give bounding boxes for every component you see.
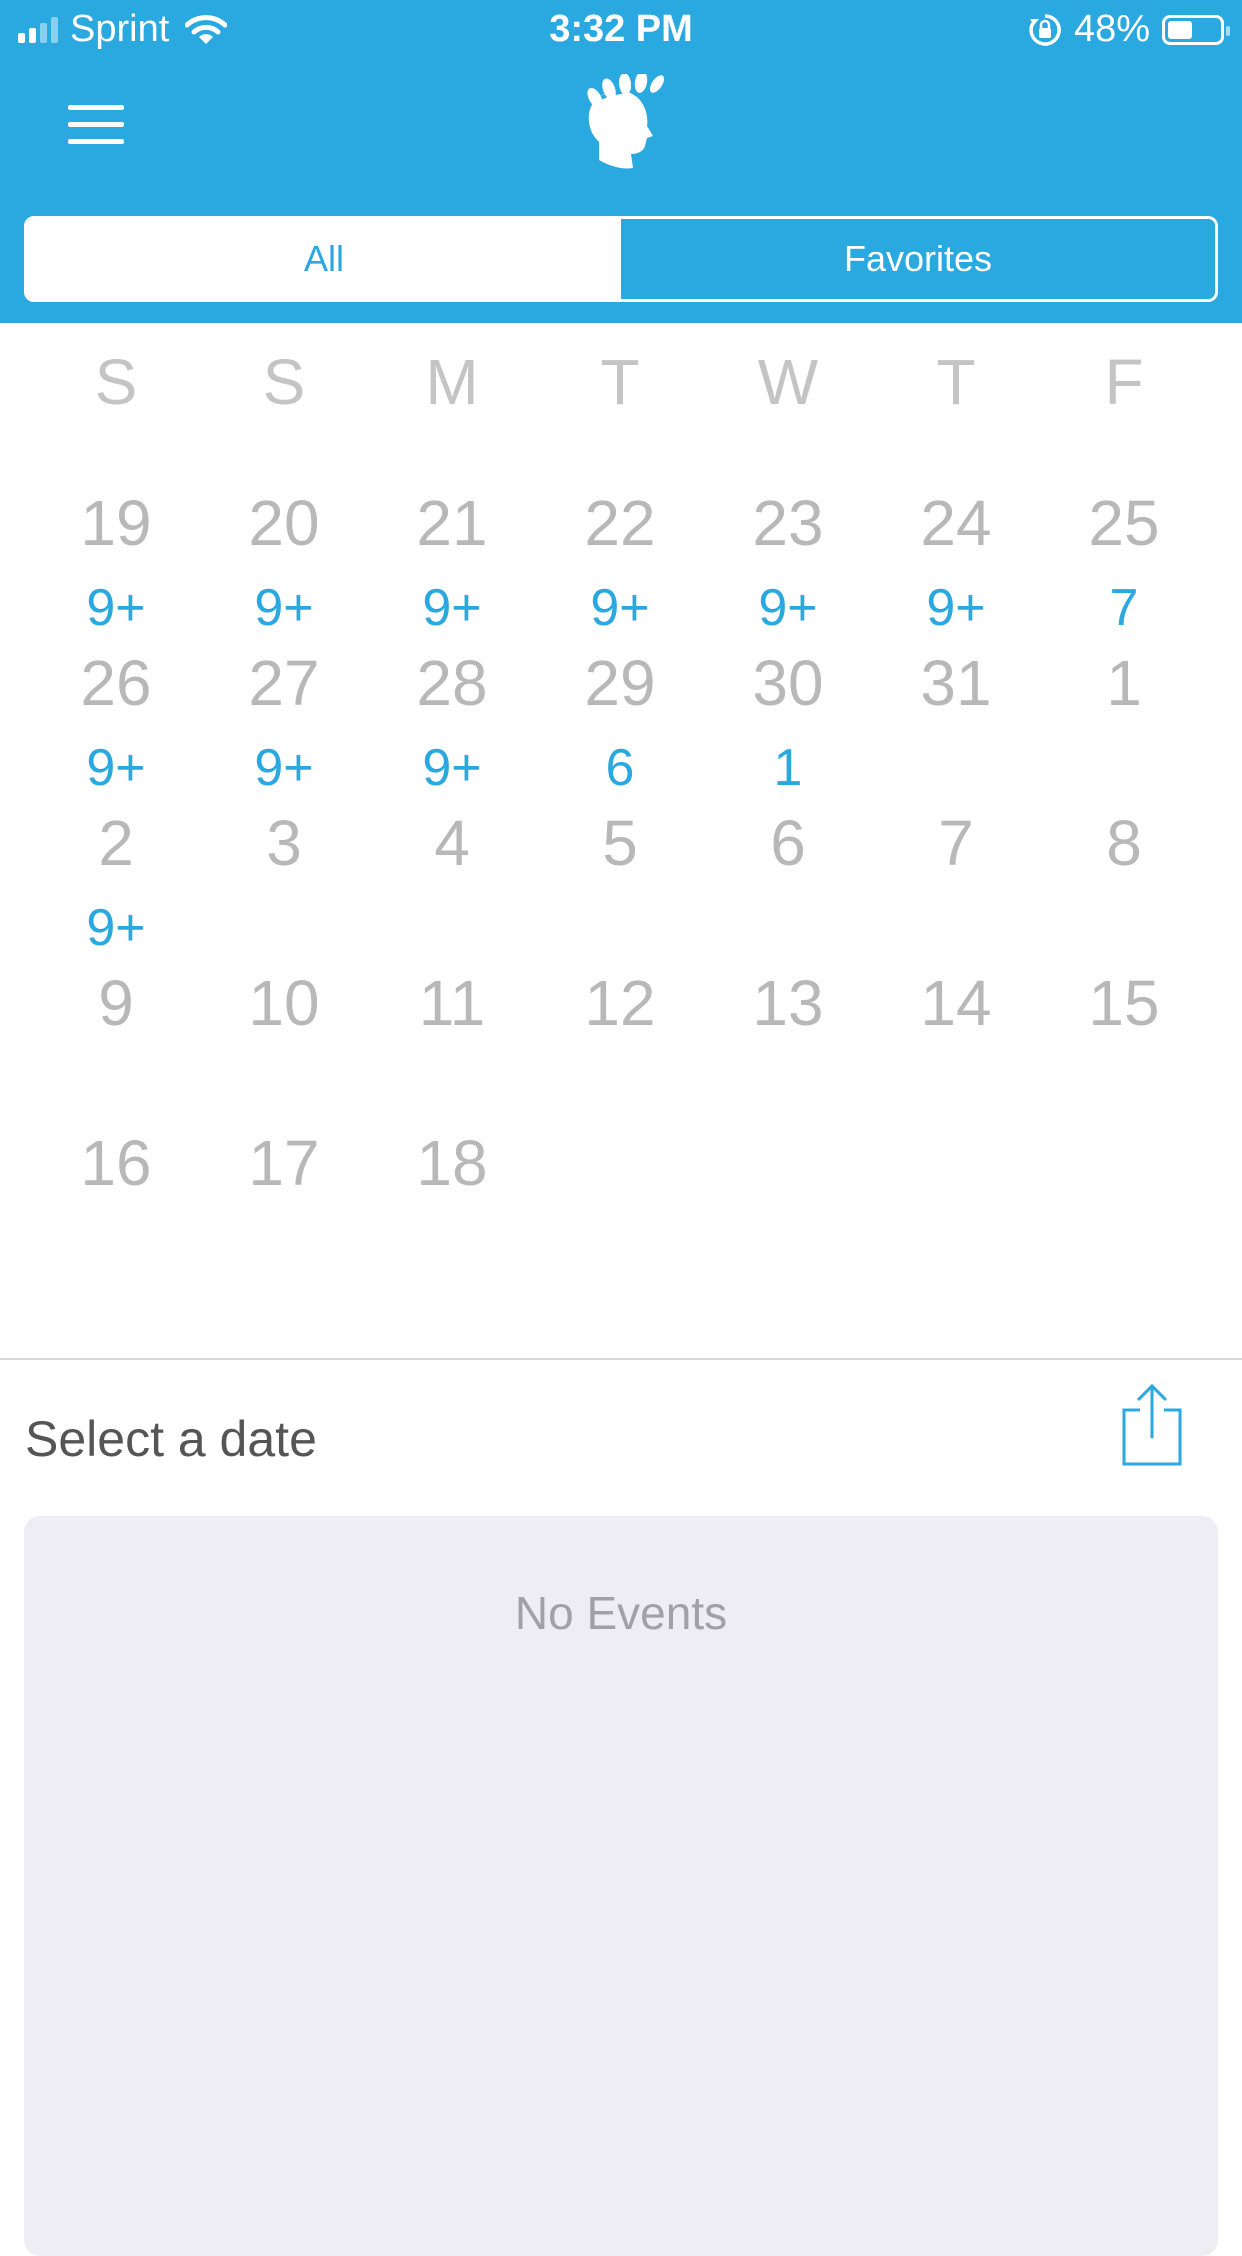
calendar-day-cell[interactable]: 13 bbox=[708, 960, 868, 1120]
status-right: 48% bbox=[1028, 8, 1230, 51]
calendar-day-cell[interactable]: 14 bbox=[876, 960, 1036, 1120]
day-number: 12 bbox=[584, 967, 656, 1039]
calendar-day-cell[interactable]: 25 7 bbox=[1044, 480, 1204, 640]
calendar-day-cell[interactable]: 5 bbox=[540, 800, 700, 960]
day-number: 8 bbox=[1106, 807, 1142, 879]
weekday-label: M bbox=[425, 346, 479, 418]
weekday-label: T bbox=[600, 346, 640, 418]
calendar-day-cell[interactable]: 21 9+ bbox=[372, 480, 532, 640]
hamburger-menu-icon[interactable] bbox=[68, 105, 124, 145]
weekday-label: S bbox=[262, 346, 306, 418]
event-count: 9+ bbox=[758, 579, 818, 637]
battery-percentage: 48% bbox=[1073, 8, 1150, 50]
day-number: 26 bbox=[80, 647, 152, 719]
select-date-title: Select a date bbox=[25, 1411, 317, 1467]
share-icon[interactable] bbox=[1118, 1382, 1188, 1470]
day-number: 9 bbox=[98, 967, 134, 1039]
calendar-day-cell[interactable]: 6 bbox=[708, 800, 868, 960]
day-number: 30 bbox=[752, 647, 824, 719]
calendar-day-cell[interactable]: 8 bbox=[1044, 800, 1204, 960]
day-number: 6 bbox=[770, 807, 806, 879]
filter-segmented-control: All Favorites bbox=[24, 216, 1218, 302]
day-number: 28 bbox=[416, 647, 488, 719]
day-number: 17 bbox=[248, 1127, 320, 1199]
day-number: 20 bbox=[248, 487, 320, 559]
app-header: Sprint 3:32 PM 48% All Favorites bbox=[0, 0, 1242, 323]
event-count: 9+ bbox=[422, 579, 482, 637]
day-number: 7 bbox=[938, 807, 974, 879]
laurel-head-logo bbox=[581, 74, 665, 169]
calendar-day-cell[interactable]: 4 bbox=[372, 800, 532, 960]
day-number: 29 bbox=[584, 647, 656, 719]
calendar-day-cell[interactable]: 29 6 bbox=[540, 640, 700, 800]
calendar-day-cell[interactable]: 19 9+ bbox=[36, 480, 196, 640]
day-number: 4 bbox=[434, 807, 470, 879]
day-number: 3 bbox=[266, 807, 302, 879]
calendar-day-cell[interactable]: 24 9+ bbox=[876, 480, 1036, 640]
calendar-day-cell[interactable]: 27 9+ bbox=[204, 640, 364, 800]
day-number: 19 bbox=[80, 487, 152, 559]
calendar-day-cell[interactable]: 9 bbox=[36, 960, 196, 1120]
day-number: 23 bbox=[752, 487, 824, 559]
day-number: 2 bbox=[98, 807, 134, 879]
day-number: 1 bbox=[1106, 647, 1142, 719]
day-number: 15 bbox=[1088, 967, 1160, 1039]
calendar-day-cell[interactable]: 15 bbox=[1044, 960, 1204, 1120]
segment-favorites[interactable]: Favorites bbox=[621, 219, 1215, 299]
day-number: 31 bbox=[920, 647, 992, 719]
day-number: 21 bbox=[416, 487, 488, 559]
event-count: 9+ bbox=[86, 739, 146, 797]
day-number: 13 bbox=[752, 967, 824, 1039]
calendar-day-cell[interactable]: 31 bbox=[876, 640, 1036, 800]
divider bbox=[0, 1358, 1242, 1360]
event-count: 9+ bbox=[590, 579, 650, 637]
calendar-day-cell[interactable]: 20 9+ bbox=[204, 480, 364, 640]
event-count: 9+ bbox=[422, 739, 482, 797]
battery-icon bbox=[1162, 14, 1230, 45]
event-count: 9+ bbox=[86, 899, 146, 957]
calendar-day-cell[interactable]: 26 9+ bbox=[36, 640, 196, 800]
day-number: 5 bbox=[602, 807, 638, 879]
calendar-day-cell[interactable]: 17 bbox=[204, 1120, 364, 1280]
day-number: 18 bbox=[416, 1127, 488, 1199]
calendar-day-cell[interactable]: 7 bbox=[876, 800, 1036, 960]
no-events-text: No Events bbox=[514, 1587, 728, 1639]
day-number: 24 bbox=[920, 487, 992, 559]
weekday-label: F bbox=[1104, 346, 1144, 418]
calendar-day-cell[interactable]: 28 9+ bbox=[372, 640, 532, 800]
event-count: 9+ bbox=[254, 579, 314, 637]
status-bar: Sprint 3:32 PM 48% bbox=[0, 0, 1242, 62]
event-count: 1 bbox=[773, 739, 803, 797]
calendar-day-cell[interactable]: 10 bbox=[204, 960, 364, 1120]
calendar-day-cell[interactable]: 3 bbox=[204, 800, 364, 960]
event-count: 7 bbox=[1109, 579, 1139, 637]
calendar-day-cell[interactable]: 11 bbox=[372, 960, 532, 1120]
calendar-day-cell[interactable]: 16 bbox=[36, 1120, 196, 1280]
calendar-day-cell[interactable]: 30 1 bbox=[708, 640, 868, 800]
day-number: 11 bbox=[418, 967, 486, 1039]
calendar-day-cell[interactable]: 18 bbox=[372, 1120, 532, 1280]
weekday-label: T bbox=[936, 346, 976, 418]
event-count: 9+ bbox=[926, 579, 986, 637]
segment-all[interactable]: All bbox=[27, 219, 621, 299]
day-number: 14 bbox=[920, 967, 992, 1039]
day-number: 25 bbox=[1088, 487, 1160, 559]
calendar-day-cell[interactable]: 1 bbox=[1044, 640, 1204, 800]
events-panel: No Events bbox=[24, 1516, 1218, 2256]
calendar-day-cell[interactable]: 23 9+ bbox=[708, 480, 868, 640]
calendar-day-cell[interactable]: 22 9+ bbox=[540, 480, 700, 640]
day-number: 22 bbox=[584, 487, 656, 559]
weekday-label: S bbox=[94, 346, 138, 418]
event-count: 9+ bbox=[254, 739, 314, 797]
orientation-lock-icon bbox=[1029, 13, 1061, 46]
day-number: 16 bbox=[80, 1127, 152, 1199]
day-number: 27 bbox=[248, 647, 320, 719]
calendar-day-cell[interactable]: 2 9+ bbox=[36, 800, 196, 960]
calendar-day-cell[interactable]: 12 bbox=[540, 960, 700, 1120]
weekday-header: SSMTWTF bbox=[0, 345, 1242, 425]
weekday-label: W bbox=[757, 346, 819, 418]
event-count: 6 bbox=[605, 739, 635, 797]
day-number: 10 bbox=[248, 967, 320, 1039]
event-count: 9+ bbox=[86, 579, 146, 637]
